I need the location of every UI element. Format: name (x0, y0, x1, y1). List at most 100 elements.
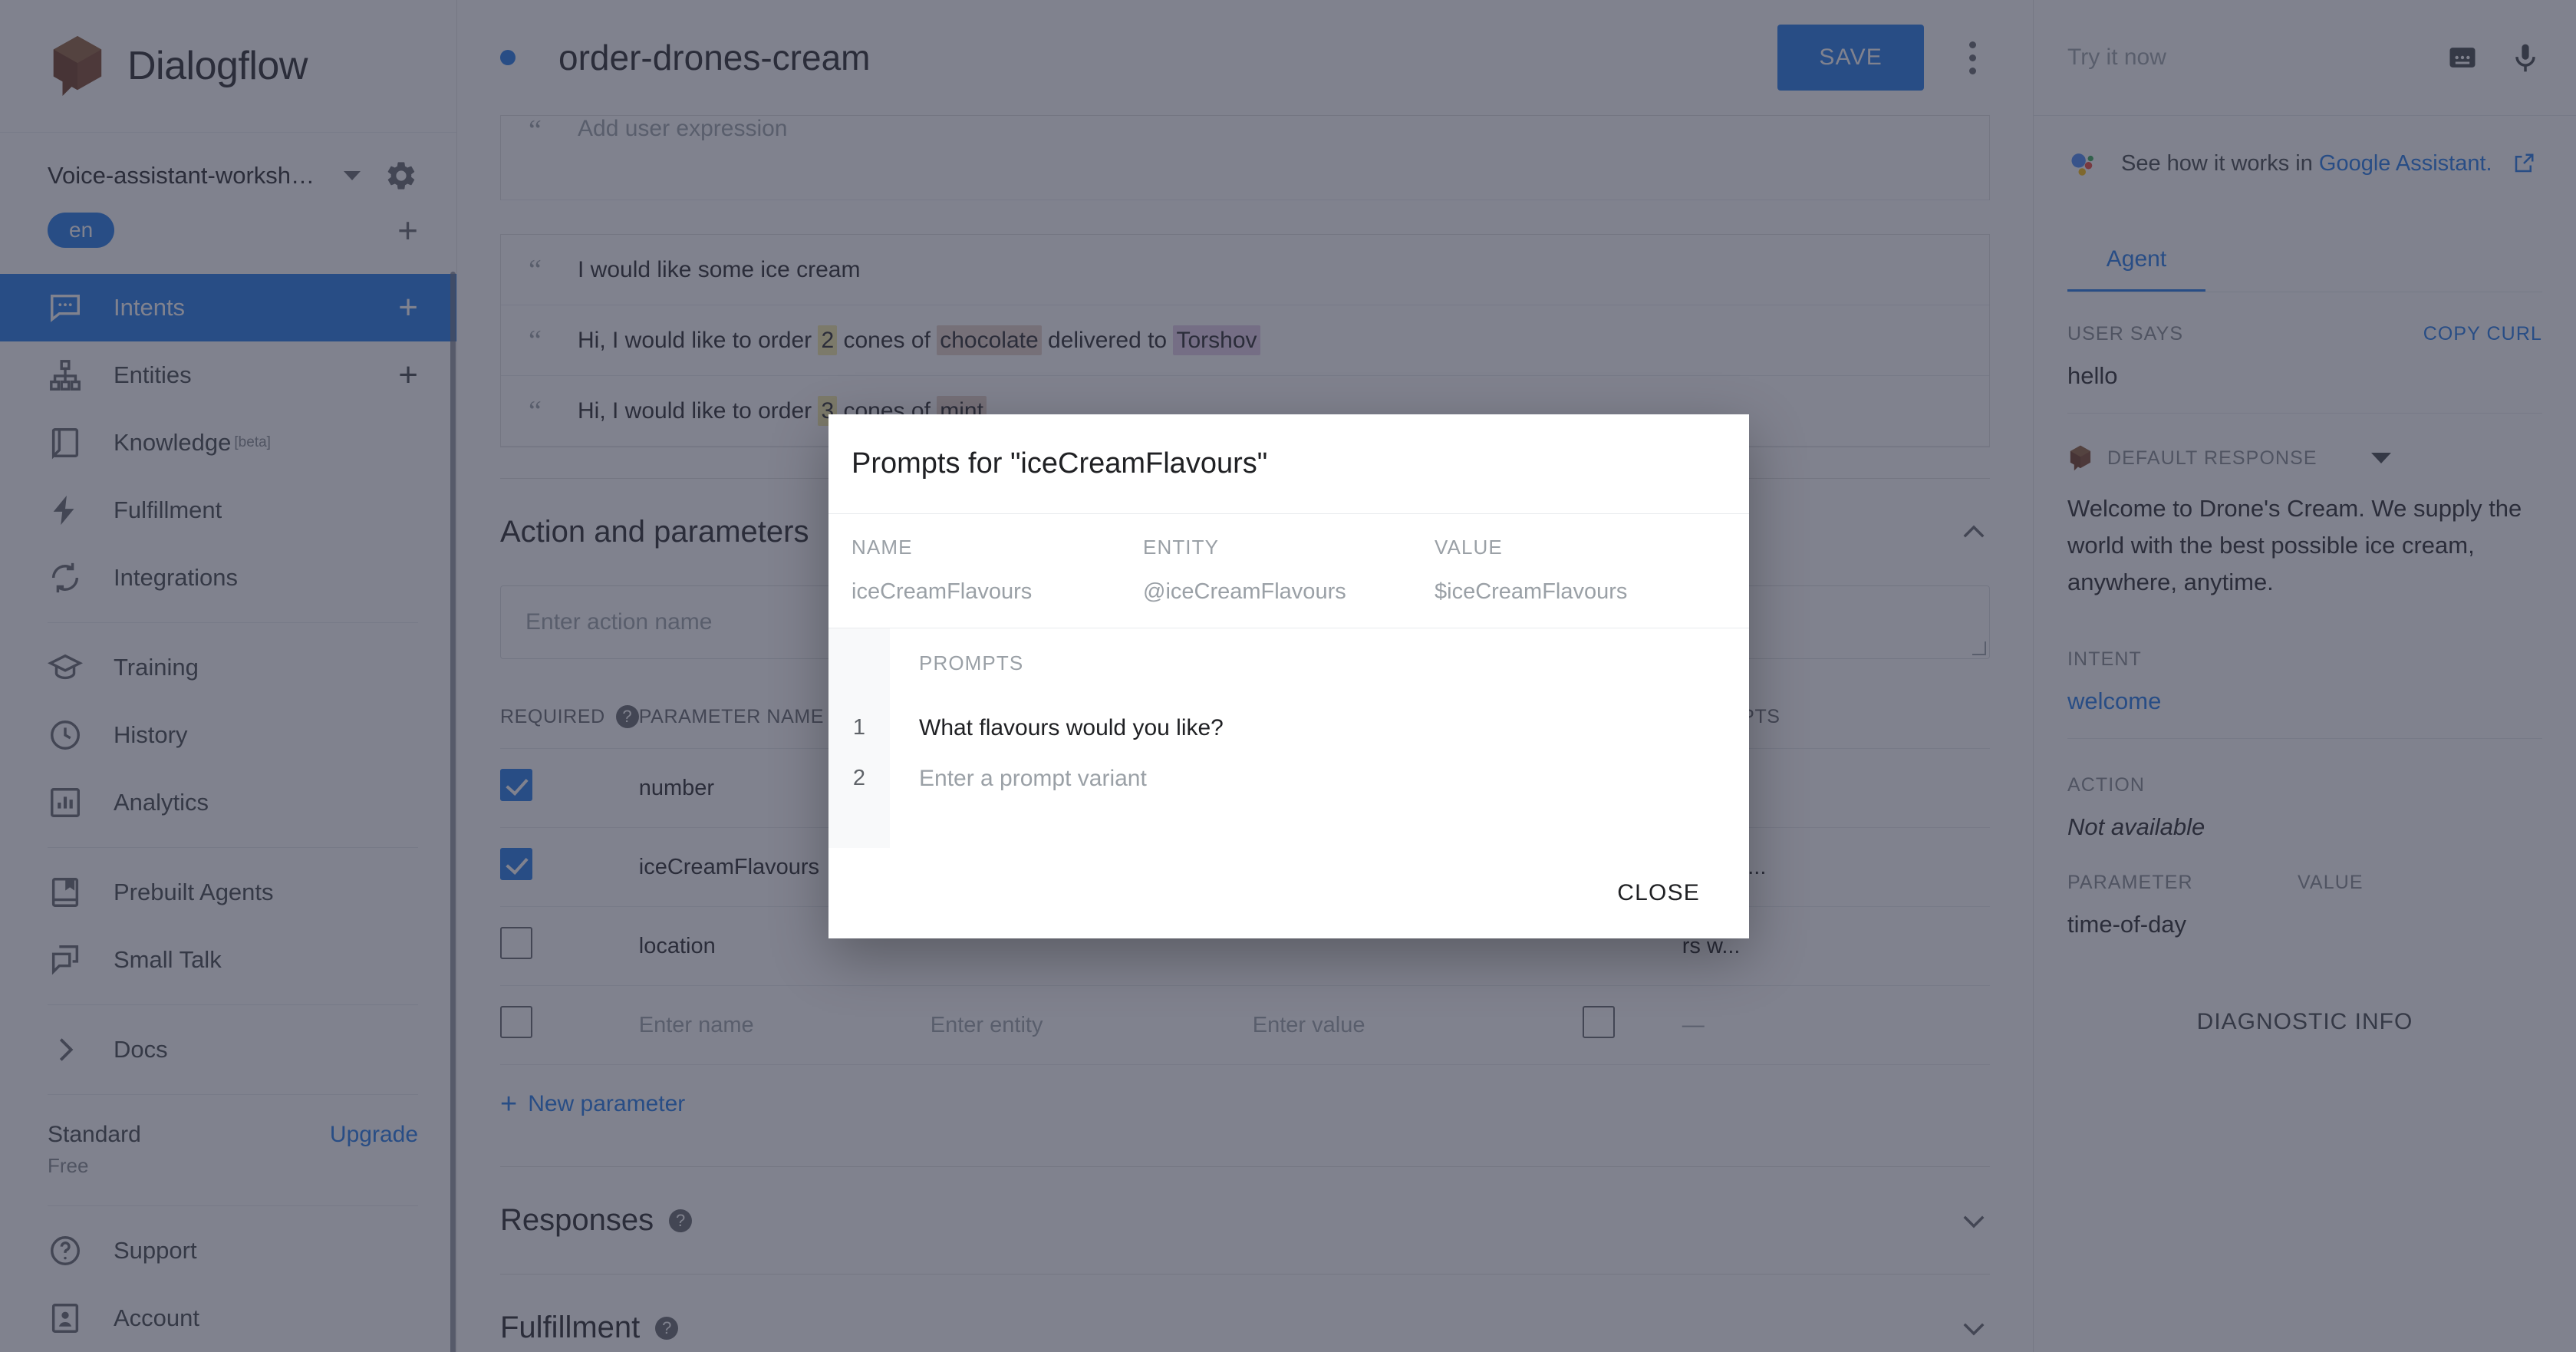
sidebar-item-label: Support (114, 1237, 197, 1264)
sidebar-item-intents[interactable]: Intents + (0, 274, 456, 341)
agent-name[interactable]: Voice-assistant-worksho… (48, 162, 324, 190)
quote-icon: “ (529, 253, 542, 286)
help-circle-icon (48, 1233, 83, 1268)
responses-section-header[interactable]: Responses ? (500, 1166, 1990, 1274)
sidebar-item-support[interactable]: Support (0, 1217, 456, 1284)
more-options-icon[interactable] (1955, 40, 1990, 75)
sidebar-item-history[interactable]: History (0, 701, 456, 769)
value-input[interactable]: Enter value (1252, 985, 1583, 1065)
add-language-icon[interactable]: + (397, 213, 418, 248)
prompts-cell[interactable]: — (1682, 985, 1990, 1065)
prompt-input-2[interactable]: Enter a prompt variant (919, 753, 1749, 804)
sidebar-scrollbar[interactable] (450, 132, 456, 1352)
google-assistant-icon (2071, 153, 2093, 176)
meta-column-name: NAME iceCreamFlavours (852, 536, 1143, 605)
nav-divider (48, 1004, 418, 1005)
integrations-icon (48, 560, 83, 595)
sidebar-item-label: Integrations (114, 564, 238, 591)
plan-tier: Free (48, 1154, 89, 1177)
column-header-value: VALUE (1435, 536, 1503, 559)
prompt-input-1[interactable]: What flavours would you like? (919, 703, 1749, 753)
add-entity-icon[interactable]: + (398, 358, 418, 391)
chevron-down-icon[interactable] (2370, 453, 2391, 463)
help-icon[interactable]: ? (615, 705, 639, 728)
sidebar-item-label: Entities (114, 361, 192, 388)
tab-agent[interactable]: Agent (2067, 246, 2205, 292)
section-title: Action and parameters (500, 515, 809, 549)
new-parameter-button[interactable]: + New parameter (500, 1090, 685, 1118)
try-it-now-input-row[interactable]: Try it now (2034, 0, 2576, 115)
required-checkbox[interactable] (500, 1006, 532, 1038)
sidebar-item-label: Training (114, 654, 199, 681)
required-cell[interactable] (500, 827, 639, 907)
sidebar-item-integrations[interactable]: Integrations (0, 544, 456, 612)
sidebar: Dialogflow Voice-assistant-worksho… en + (0, 0, 457, 1352)
chevron-up-icon[interactable] (1958, 516, 1990, 549)
quote-icon: “ (529, 115, 542, 147)
sidebar-scrollbar-thumb[interactable] (450, 272, 456, 1352)
parameter-name-value: iceCreamFlavours (852, 579, 1033, 604)
intents-icon (48, 290, 83, 325)
table-row[interactable]: “ Hi, I would like to order 2 cones of c… (501, 305, 1989, 376)
sidebar-item-account[interactable]: Account (0, 1284, 456, 1352)
microphone-icon[interactable] (2508, 41, 2542, 74)
fulfillment-section-header[interactable]: Fulfillment ? (500, 1274, 1990, 1352)
close-button[interactable]: CLOSE (1602, 869, 1715, 917)
gear-icon[interactable] (384, 159, 418, 193)
sidebar-item-label: History (114, 721, 188, 748)
help-icon[interactable]: ? (669, 1209, 693, 1232)
required-checkbox[interactable] (500, 927, 532, 959)
quote-icon: “ (529, 394, 542, 427)
sidebar-item-docs[interactable]: Docs (0, 1016, 456, 1083)
intent-value[interactable]: welcome (2067, 688, 2542, 715)
analytics-icon (48, 785, 83, 820)
required-checkbox[interactable] (500, 848, 532, 880)
sidebar-item-analytics[interactable]: Analytics (0, 769, 456, 836)
entity-input[interactable]: Enter entity (930, 985, 1253, 1065)
plan-block: Standard Free Upgrade (0, 1108, 456, 1195)
prompt-list: PROMPTS What flavours would you like? En… (890, 628, 1749, 848)
sidebar-item-training[interactable]: Training (0, 634, 456, 701)
diagnostic-info-button[interactable]: DIAGNOSTIC INFO (2034, 1009, 2576, 1035)
upgrade-link[interactable]: Upgrade (330, 1122, 418, 1148)
section-title: Responses (500, 1203, 654, 1237)
language-chip[interactable]: en (48, 213, 115, 248)
add-intent-icon[interactable]: + (398, 290, 418, 324)
nav-divider (48, 1205, 418, 1206)
action-name-placeholder: Enter action name (525, 609, 713, 635)
required-cell[interactable] (500, 748, 639, 828)
sidebar-item-entities[interactable]: Entities + (0, 341, 456, 409)
beta-badge: [beta] (234, 434, 271, 450)
dialog-footer: CLOSE (828, 848, 1749, 938)
is-list-checkbox[interactable] (1582, 1006, 1615, 1038)
help-icon[interactable]: ? (655, 1316, 679, 1340)
parameter-name-input[interactable]: Enter name (638, 985, 931, 1065)
is-list-cell[interactable] (1582, 985, 1682, 1065)
save-button[interactable]: SAVE (1777, 25, 1924, 91)
sidebar-item-prebuilt-agents[interactable]: Prebuilt Agents (0, 859, 456, 926)
sidebar-item-label: Account (114, 1304, 200, 1331)
external-link-icon[interactable] (2512, 152, 2535, 175)
sidebar-item-knowledge[interactable]: Knowledge [beta] (0, 409, 456, 476)
copy-curl-button[interactable]: COPY CURL (2423, 323, 2542, 345)
table-row[interactable]: Enter name Enter entity Enter value — (500, 985, 1990, 1065)
sidebar-item-fulfillment[interactable]: Fulfillment (0, 476, 456, 544)
resize-handle[interactable] (1972, 641, 1986, 655)
chevron-down-icon[interactable] (344, 171, 361, 180)
user-says-label: USER SAYS (2067, 323, 2184, 345)
intent-topbar: order-drones-cream SAVE (457, 0, 2033, 115)
keyboard-icon[interactable] (2446, 41, 2479, 74)
assistant-text: See how it works in Google Assistant. (2121, 150, 2492, 176)
add-user-expression-row[interactable]: “ Add user expression (501, 116, 1989, 200)
table-row[interactable]: “ I would like some ice cream (501, 235, 1989, 305)
chevron-down-icon[interactable] (1958, 1312, 1990, 1344)
brand-logo[interactable]: Dialogflow (0, 0, 456, 132)
chevron-down-icon[interactable] (1958, 1205, 1990, 1237)
try-it-now-panel: Try it now See how it works in Google As… (2033, 0, 2576, 1352)
google-assistant-link[interactable]: Google Assistant. (2319, 151, 2492, 176)
required-checkbox[interactable] (500, 769, 532, 801)
required-cell[interactable] (500, 906, 639, 986)
sidebar-item-small-talk[interactable]: Small Talk (0, 926, 456, 994)
required-cell[interactable] (500, 985, 639, 1065)
google-assistant-link-row[interactable]: See how it works in Google Assistant. (2034, 115, 2576, 216)
